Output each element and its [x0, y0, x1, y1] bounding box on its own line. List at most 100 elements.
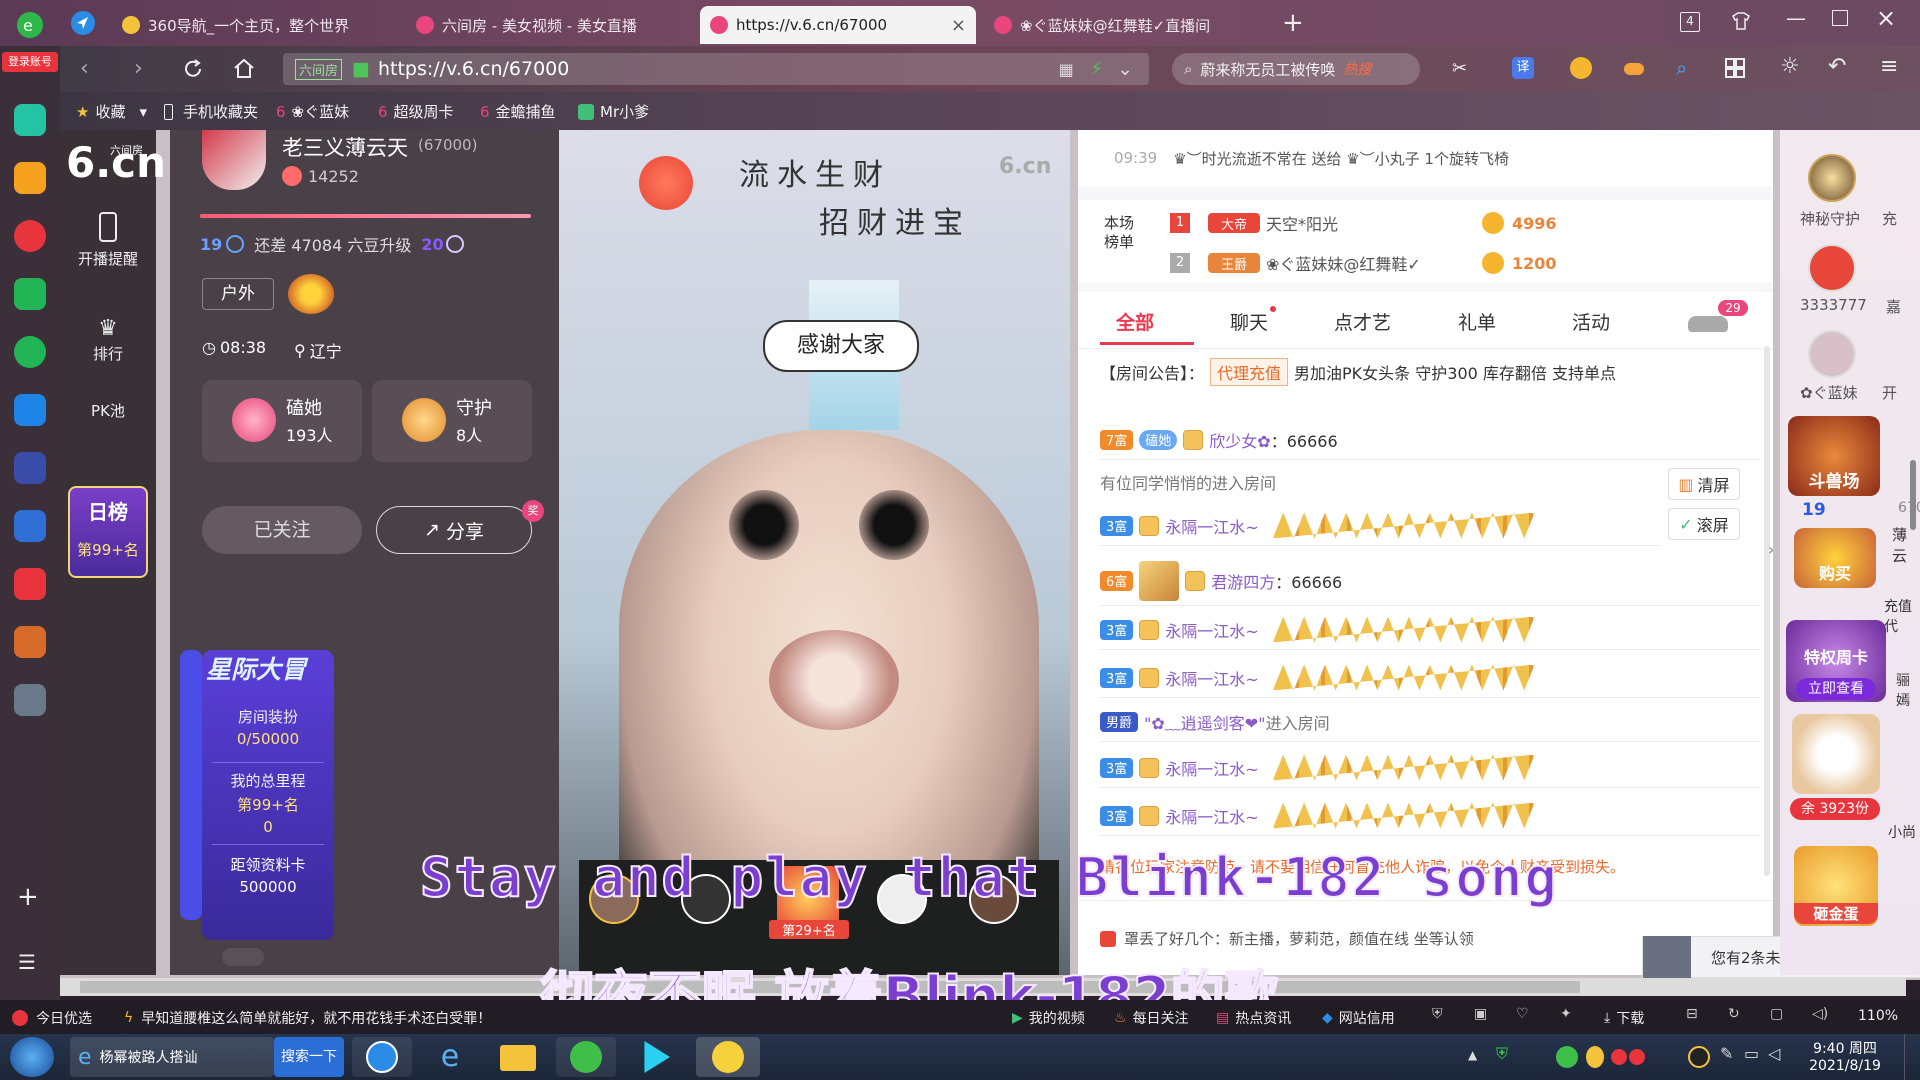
taskbar-app-folder[interactable] — [488, 1037, 548, 1077]
tab-360[interactable]: 360导航_一个主页，整个世界 — [112, 6, 398, 44]
dock-app-icon[interactable] — [14, 104, 46, 136]
lucky-cat-banner[interactable] — [1792, 714, 1880, 794]
bookmark-mobile[interactable]: 手机收藏夹 — [164, 101, 258, 122]
gamepad-icon[interactable] — [1622, 57, 1646, 79]
tray-coin-icon[interactable] — [1586, 1046, 1604, 1068]
image-icon[interactable]: ▣ — [1474, 1006, 1487, 1022]
gift-message[interactable]: 3富 永隔一江水~ — [1100, 658, 1760, 698]
event-side-tab[interactable] — [180, 650, 202, 920]
translate-button[interactable]: 译 — [1512, 57, 1534, 79]
tab-current[interactable]: https://v.6.cn/67000 × — [700, 6, 976, 44]
forward-button[interactable]: › — [134, 56, 143, 81]
chevron-down-icon[interactable]: ⌄ — [1117, 58, 1133, 80]
chat-scrollbar[interactable] — [1764, 346, 1770, 876]
navigator-icon[interactable] — [70, 10, 96, 36]
search-text[interactable]: 蔚来称无员工被传唤 — [1200, 59, 1335, 80]
login-button[interactable]: 登录账号 — [2, 52, 58, 72]
shop-icon[interactable] — [14, 568, 46, 600]
weekly-card-banner[interactable]: 特权周卡 立即查看 — [1786, 620, 1886, 702]
refresh-icon[interactable]: ↻ — [1728, 1006, 1740, 1022]
close-window-button[interactable]: × — [1876, 4, 1896, 32]
car-icon[interactable] — [1688, 316, 1728, 332]
leaderboard-row[interactable]: 1 大帝 天空*阳光 4996 — [1170, 208, 1750, 238]
guard-card[interactable]: 守护 8人 — [372, 380, 532, 462]
enter-message[interactable]: 男爵 "✿﹏逍遥剑客❤" 进入房间 — [1100, 702, 1760, 742]
tab-count-badge[interactable]: 4 — [1680, 12, 1700, 32]
chat-message[interactable]: 7富 磕她 欣少女✿ ：66666 — [1100, 420, 1760, 460]
minimize-button[interactable]: — — [1786, 6, 1806, 30]
gift-message[interactable]: 3富 永隔一江水~ — [1100, 796, 1760, 836]
list-icon[interactable]: ☰ — [18, 950, 36, 974]
golden-egg-banner[interactable]: 砸金蛋 — [1794, 846, 1878, 926]
start-button[interactable] — [10, 1037, 54, 1077]
taskbar-ie-window[interactable]: e 杨幂被路人搭讪 — [70, 1037, 274, 1077]
gift-message[interactable]: 3富 永隔一江水~ — [1100, 748, 1760, 788]
nav-item-rank[interactable]: ♛ 排行 — [60, 316, 156, 364]
tab-chat[interactable]: 聊天 — [1230, 308, 1268, 335]
tray-up-icon[interactable]: ▲ — [1468, 1048, 1477, 1062]
status-download[interactable]: ⤓ 下载 — [1604, 1008, 1644, 1028]
site-logo[interactable]: 6.cn 六间房 — [64, 134, 166, 187]
tools-icon[interactable]: ✦ — [1560, 1006, 1572, 1022]
bookmark-lanmei[interactable]: 6 ❀ぐ蓝妹 — [276, 101, 349, 122]
guard-user-avatar[interactable] — [1808, 330, 1856, 378]
tab-activity[interactable]: 活动 — [1572, 308, 1610, 335]
taskbar-search-button[interactable]: 搜索一下 — [274, 1037, 344, 1077]
tab-lanmeimei[interactable]: ❀ぐ蓝妹妹@红舞鞋✓直播间 — [984, 6, 1260, 44]
category-tag[interactable]: 户外 — [202, 278, 274, 310]
taskbar-app-ie[interactable]: e — [420, 1037, 480, 1077]
home-icon[interactable] — [232, 57, 256, 79]
refresh-icon[interactable] — [182, 58, 204, 80]
bookmark-weekly-card[interactable]: 6 超级周卡 — [378, 101, 454, 122]
ticker-message[interactable]: 罩丢了好几个：新主播，萝莉范，颜值在线 坐等认领 — [1100, 928, 1474, 949]
search-box[interactable]: ⌕ 蔚来称无员工被传唤 热搜 — [1172, 53, 1420, 85]
status-hot-news[interactable]: ▤ 热点资讯 — [1216, 1008, 1291, 1028]
game-icon[interactable] — [14, 626, 46, 658]
maximize-button[interactable] — [1832, 10, 1848, 26]
taskbar-app-player[interactable] — [624, 1037, 684, 1077]
news-ticker[interactable]: ϟ 早知道腰椎这么简单就能好，就不用花钱手术还白受罪！ — [124, 1008, 491, 1028]
address-bar[interactable]: 六间房 ■ https://v.6.cn/67000 ▦ ⚡ ⌄ — [283, 53, 1149, 85]
mystery-guard-avatar[interactable] — [1808, 154, 1856, 202]
shirt-icon[interactable] — [1730, 10, 1752, 32]
bookmark-fishing[interactable]: 6 金蟾捕鱼 — [480, 101, 556, 122]
follow-button[interactable]: 已关注 — [202, 506, 362, 554]
streamer-avatar[interactable] — [202, 130, 266, 190]
brightness-icon[interactable]: ☼ — [1780, 54, 1800, 79]
speed-icon[interactable]: ⚡ — [1090, 58, 1103, 80]
buy-banner[interactable]: 购买 — [1794, 528, 1876, 588]
news-icon[interactable] — [14, 452, 46, 484]
guard-user-avatar[interactable] — [1808, 244, 1856, 292]
magnifier-icon[interactable]: ⌕ — [1676, 56, 1687, 80]
mail-icon[interactable] — [14, 278, 46, 310]
city-icon[interactable] — [14, 684, 46, 716]
cast-icon[interactable]: ⊟ — [1686, 1006, 1698, 1022]
tab-liujianfang[interactable]: 六间房 - 美女视频 - 美女直播 — [406, 6, 692, 44]
tray-pen-icon[interactable]: ✎ — [1720, 1044, 1733, 1063]
tray-volume-icon[interactable]: ◁ — [1768, 1044, 1780, 1063]
status-site-credit[interactable]: ◆ 网站信用 — [1322, 1008, 1395, 1028]
clock-date[interactable]: 2021/8/19 — [1800, 1058, 1890, 1074]
browser-logo-icon[interactable]: e — [10, 10, 50, 44]
tray-app-icon[interactable] — [1556, 1046, 1578, 1068]
heart-outline-icon[interactable]: ♡ — [1516, 1006, 1529, 1022]
url-text[interactable]: https://v.6.cn/67000 — [378, 58, 569, 80]
nav-item-reminder[interactable]: 开播提醒 — [60, 212, 156, 269]
today-picks[interactable]: 今日优选 — [12, 1008, 92, 1028]
new-tab-button[interactable]: + — [1282, 8, 1304, 38]
window-icon[interactable]: ▢ — [1770, 1006, 1783, 1022]
tab-close-icon[interactable]: × — [951, 15, 966, 36]
chevron-right-icon[interactable]: › — [1768, 540, 1774, 559]
security-icon[interactable]: ⛨ — [1432, 1006, 1443, 1022]
weibo-icon[interactable] — [14, 220, 46, 252]
dock-star-icon[interactable] — [14, 162, 46, 194]
carousel-dots[interactable] — [222, 948, 264, 966]
qr-icon[interactable]: ▦ — [1059, 60, 1074, 79]
share-button[interactable]: ↗ 分享 — [376, 506, 532, 554]
coin-icon[interactable] — [1570, 57, 1592, 79]
undo-icon[interactable]: ↶ — [1828, 54, 1846, 79]
gift-message[interactable]: 3富 永隔一江水~ — [1100, 610, 1760, 650]
gift-message[interactable]: 3富 永隔一江水~ — [1100, 506, 1660, 546]
bookmark-favorites[interactable]: ★ 收藏 ▾ — [76, 101, 147, 122]
chat-message[interactable]: 6富 君游四方 ：66666 — [1100, 556, 1760, 606]
